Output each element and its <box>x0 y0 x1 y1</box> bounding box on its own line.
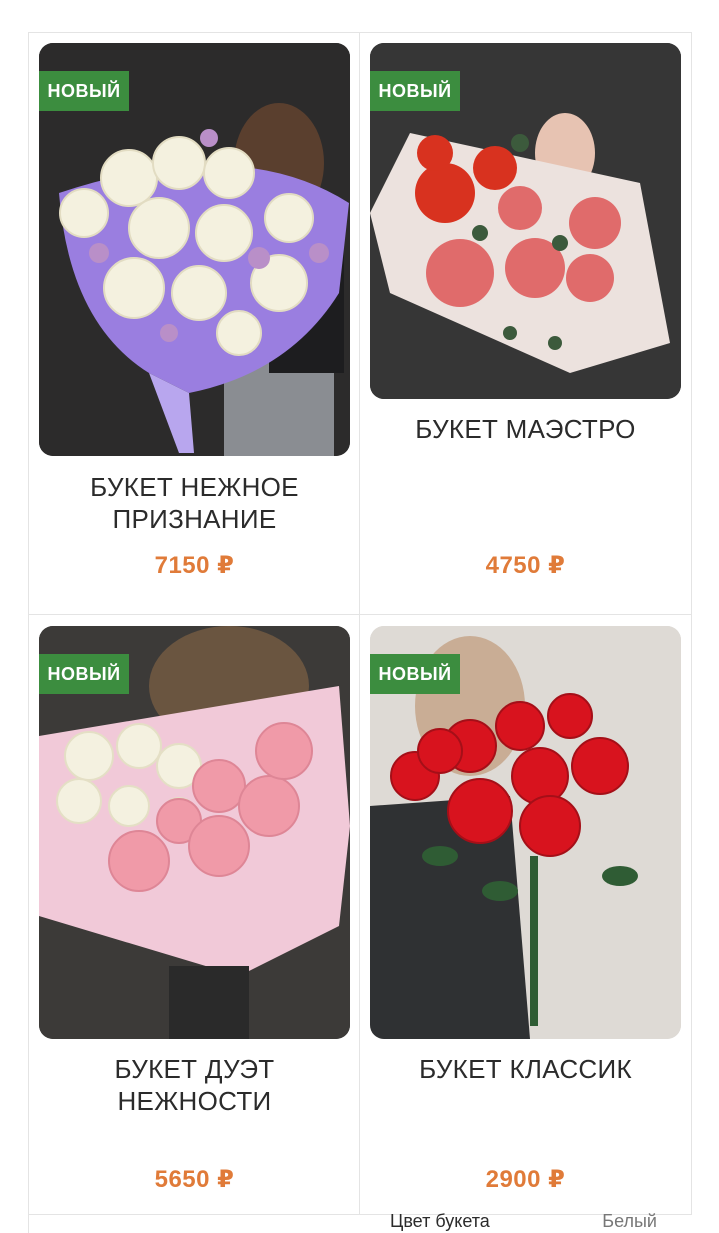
product-title[interactable]: БУКЕТ КЛАССИК <box>370 1053 681 1085</box>
product-card[interactable]: НОВЫЙ БУКЕТ КЛАССИК 2900 ₽ Цвет букета Б… <box>360 615 692 1231</box>
product-price: 5650 ₽ <box>154 1166 235 1193</box>
option-label: Цвет букета <box>390 1211 490 1231</box>
product-price: 7150 ₽ <box>154 552 235 579</box>
product-price: 2900 ₽ <box>485 1166 566 1193</box>
new-badge: НОВЫЙ <box>39 654 129 694</box>
product-grid: НОВЫЙ БУКЕТ НЕЖНОЕ ПРИЗНАНИЕ 7150 ₽ НОВЫ… <box>28 32 692 1233</box>
product-photo[interactable]: НОВЫЙ <box>39 43 350 456</box>
new-badge: НОВЫЙ <box>370 654 460 694</box>
new-badge: НОВЫЙ <box>370 71 460 111</box>
product-card[interactable]: НОВЫЙ БУКЕТ МАЭСТРО 4750 ₽ <box>360 33 692 615</box>
product-photo[interactable]: НОВЫЙ <box>39 626 350 1039</box>
new-badge: НОВЫЙ <box>39 71 129 111</box>
product-price: 4750 ₽ <box>485 552 566 579</box>
product-card[interactable]: НОВЫЙ БУКЕТ НЕЖНОЕ ПРИЗНАНИЕ 7150 ₽ <box>29 33 360 615</box>
bouquet-color-option[interactable]: Цвет букета Белый <box>390 1211 657 1232</box>
product-photo[interactable]: НОВЫЙ <box>370 626 681 1039</box>
option-value[interactable]: Белый <box>602 1211 657 1232</box>
product-title[interactable]: БУКЕТ НЕЖНОЕ ПРИЗНАНИЕ <box>39 471 350 535</box>
product-title[interactable]: БУКЕТ ДУЭТ НЕЖНОСТИ <box>39 1053 350 1117</box>
product-photo[interactable]: НОВЫЙ <box>370 43 681 399</box>
product-card[interactable]: НОВЫЙ БУКЕТ ДУЭТ НЕЖНОСТИ 5650 ₽ <box>29 615 360 1215</box>
product-title[interactable]: БУКЕТ МАЭСТРО <box>370 413 681 445</box>
